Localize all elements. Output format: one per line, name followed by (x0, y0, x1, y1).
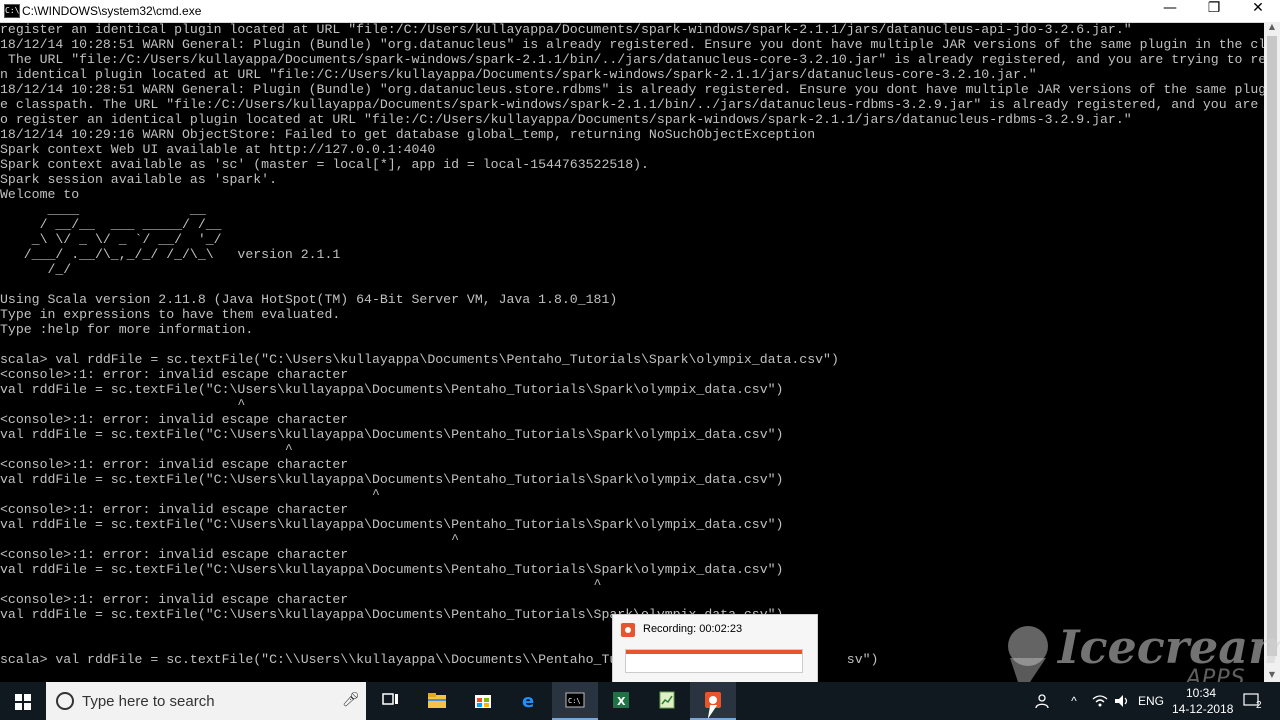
console-line: scala> val rddFile = sc.textFile("C:\Use… (0, 352, 839, 367)
cortana-icon (56, 692, 74, 710)
console-line: Type in expressions to have them evaluat… (0, 307, 341, 322)
console-line: <console>:1: error: invalid escape chara… (0, 457, 349, 472)
console-line: n identical plugin located at URL "file:… (0, 67, 1037, 82)
notepad-icon[interactable] (644, 682, 690, 720)
console-line: <console>:1: error: invalid escape chara… (0, 502, 349, 517)
people-icon[interactable] (1032, 682, 1052, 720)
volume-icon[interactable] (1112, 682, 1132, 720)
svg-text:e: e (522, 691, 534, 709)
window-title: C:\WINDOWS\system32\cmd.exe (22, 4, 202, 18)
console-line: 18/12/14 10:28:51 WARN General: Plugin (… (0, 37, 1264, 52)
cmd-icon[interactable]: C:\ (552, 682, 598, 720)
minimize-button[interactable]: — (1148, 0, 1192, 22)
console-line: 18/12/14 10:28:51 WARN General: Plugin (… (0, 82, 1264, 97)
window-title-bar[interactable]: C:\ C:\WINDOWS\system32\cmd.exe — ❐ ✕ (0, 0, 1280, 23)
console-text: register an identical plugin located at … (0, 22, 1264, 667)
wifi-icon[interactable] (1090, 682, 1110, 720)
console-line: <console>:1: error: invalid escape chara… (0, 547, 349, 562)
microphone-icon[interactable]: 🎤︎ (342, 692, 360, 708)
console-line: 18/12/14 10:29:16 WARN ObjectStore: Fail… (0, 127, 816, 142)
svg-text:C:\: C:\ (568, 697, 581, 705)
icecream-watermark: Icecream APPS (1000, 620, 1280, 694)
recording-icon (621, 623, 635, 637)
thumbnail-bar (626, 650, 802, 654)
console-line: val rddFile = sc.textFile("C:\Users\kull… (0, 382, 784, 397)
console-line: Spark context Web UI available at http:/… (0, 142, 436, 157)
console-line: _\ \/ _ \/ _ `/ __/ '_/ (0, 232, 222, 247)
clock-date: 14-12-2018 (1172, 702, 1234, 716)
console-line: ^ (0, 487, 380, 502)
console-line: val rddFile = sc.textFile("C:\Users\kull… (0, 562, 784, 577)
edge-icon[interactable]: e (506, 682, 552, 720)
console-line: /___/ .__/\_,_/_/ /_/\_\ version 2.1.1 (0, 247, 341, 262)
console-line: ^ (0, 442, 293, 457)
console-line: Spark context available as 'sc' (master … (0, 157, 649, 172)
recording-thumbnail[interactable] (625, 649, 803, 673)
console-line: e classpath. The URL "file:/C:/Users/kul… (0, 97, 1264, 112)
console-line: ^ (0, 577, 602, 592)
taskbar-search[interactable]: Type here to search 🎤︎ (46, 682, 366, 720)
language-indicator[interactable]: ENG (1138, 682, 1164, 720)
console-output[interactable]: register an identical plugin located at … (0, 22, 1264, 682)
store-icon[interactable] (460, 682, 506, 720)
console-line: ^ (0, 397, 246, 412)
windows-logo-icon (15, 694, 31, 710)
clock-time: 10:34 (1186, 686, 1217, 700)
console-line: Using Scala version 2.11.8 (Java HotSpot… (0, 292, 618, 307)
task-view-icon[interactable] (368, 682, 414, 720)
watermark-brand: Icecream (1058, 620, 1280, 674)
console-line: ____ __ (0, 202, 206, 217)
cmd-app-icon: C:\ (4, 4, 20, 18)
excel-icon[interactable]: X (598, 682, 644, 720)
console-line: val rddFile = sc.textFile("C:\Users\kull… (0, 427, 784, 442)
tray-chevron-up-icon[interactable]: ^ (1066, 682, 1082, 720)
maximize-button[interactable]: ❐ (1192, 0, 1236, 22)
search-placeholder: Type here to search (82, 693, 215, 710)
console-line: register an identical plugin located at … (0, 22, 1132, 37)
file-explorer-icon[interactable] (414, 682, 460, 720)
notification-center-icon[interactable]: 2 (1240, 682, 1270, 720)
close-button[interactable]: ✕ (1236, 0, 1280, 22)
console-line: <console>:1: error: invalid escape chara… (0, 412, 349, 427)
scroll-up-icon[interactable]: ▲ (1264, 22, 1280, 34)
svg-text:X: X (617, 695, 626, 708)
start-button[interactable] (0, 682, 46, 720)
console-line: val rddFile = sc.textFile("C:\Users\kull… (0, 472, 784, 487)
console-line: ^ (0, 532, 459, 547)
console-line: <console>:1: error: invalid escape chara… (0, 592, 349, 607)
console-line: / __/__ ___ _____/ /__ (0, 217, 222, 232)
recording-popup[interactable]: Recording: 00:02:23 (612, 614, 818, 684)
vertical-scrollbar[interactable]: ▲ ▼ (1264, 22, 1280, 682)
recording-label: Recording: 00:02:23 (643, 623, 743, 635)
console-line: The URL "file:/C:/Users/kullayappa/Docum… (0, 52, 1264, 67)
scrollbar-thumb[interactable] (1267, 36, 1277, 656)
notification-count: 2 (1256, 700, 1262, 711)
console-line: Welcome to (0, 187, 80, 202)
clock[interactable]: 10:34 14-12-2018 (1170, 682, 1234, 720)
console-line: Type :help for more information. (0, 322, 254, 337)
console-line: Spark session available as 'spark'. (0, 172, 277, 187)
console-line: o register an identical plugin located a… (0, 112, 1132, 127)
console-line: /_/ (0, 262, 72, 277)
console-line: <console>:1: error: invalid escape chara… (0, 367, 349, 382)
console-line: val rddFile = sc.textFile("C:\Users\kull… (0, 517, 784, 532)
